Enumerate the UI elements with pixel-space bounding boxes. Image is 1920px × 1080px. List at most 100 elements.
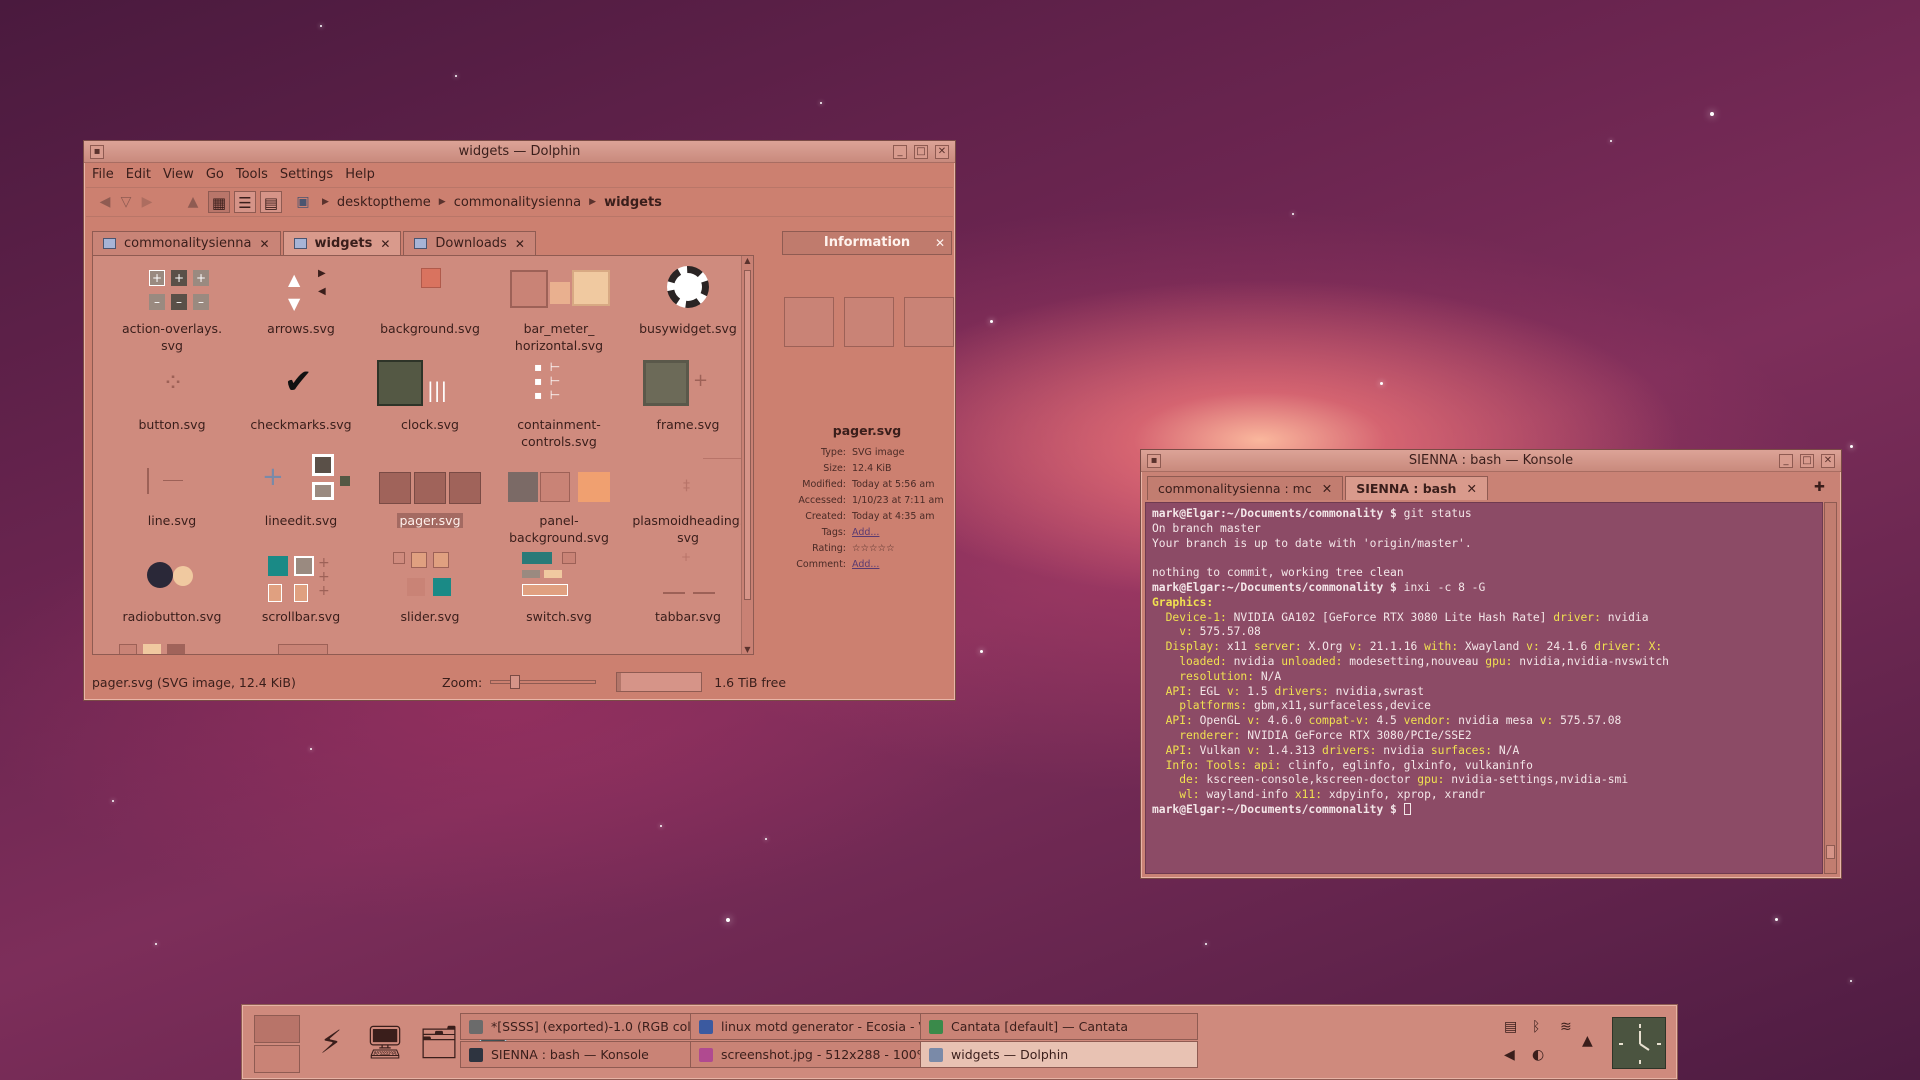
up-arrow-icon[interactable]: ▲	[182, 191, 204, 213]
app-icon	[929, 1047, 943, 1062]
maximize-button[interactable]: □	[914, 145, 928, 159]
history-dropdown-icon[interactable]: ▽	[120, 191, 132, 213]
clipboard-icon[interactable]: ▤	[1504, 1019, 1517, 1035]
maximize-button[interactable]: □	[1800, 454, 1814, 468]
taskbar-task[interactable]: widgets — Dolphin	[920, 1041, 1198, 1068]
dolphin-titlebar[interactable]: ▪ widgets — Dolphin _ □ ✕	[84, 141, 955, 163]
minimize-button[interactable]: _	[893, 145, 907, 159]
tab-close-icon[interactable]: ✕	[380, 237, 390, 251]
wifi-icon[interactable]: ≋	[1560, 1019, 1572, 1035]
terminal-text: wayland-info	[1206, 788, 1295, 802]
scrollbar-thumb[interactable]	[1826, 845, 1835, 859]
tab-close-icon[interactable]: ✕	[1466, 481, 1476, 496]
file-item[interactable]: + frame.svg	[623, 358, 753, 433]
close-button[interactable]: ✕	[935, 145, 949, 159]
file-item[interactable]: ||| clock.svg	[365, 358, 495, 433]
file-item[interactable]: ‡ plasmoidheading. svg	[623, 454, 753, 546]
meta-value: Today at 5:56 am	[852, 479, 935, 490]
file-item[interactable]: background.svg	[365, 262, 495, 337]
konsole-window[interactable]: ▪ SIENNA : bash — Konsole _ □ ✕ commonal…	[1140, 449, 1842, 879]
tab-downloads[interactable]: Downloads ✕	[403, 231, 536, 255]
compact-view-button[interactable]: ☰	[234, 191, 256, 213]
file-item[interactable]: ⁘ button.svg	[107, 358, 237, 433]
menu-tools[interactable]: Tools	[230, 164, 274, 186]
terminal-scrollbar[interactable]	[1824, 502, 1837, 874]
terminal-output[interactable]: mark@Elgar:~/Documents/commonality $ git…	[1145, 502, 1823, 874]
computer-launcher-icon[interactable]: 🖥	[362, 1015, 408, 1069]
terminal-prompt: mark@Elgar:~/Documents/commonality $	[1152, 507, 1404, 520]
menu-edit[interactable]: Edit	[120, 164, 157, 186]
file-item[interactable]: ▪ ⊢ ▪ ⊢ ▪ ⊢ containment- controls.svg	[494, 358, 624, 450]
scroll-up-icon[interactable]: ▲	[742, 256, 753, 265]
meta-row: Modified: Today at 5:56 am	[782, 477, 952, 493]
information-panel-header: Information ✕	[782, 231, 952, 255]
konsole-titlebar[interactable]: ▪ SIENNA : bash — Konsole _ □ ✕	[1141, 450, 1841, 472]
desktop-1[interactable]	[254, 1015, 300, 1043]
file-item[interactable]: + tabbar.svg	[623, 550, 753, 625]
file-item[interactable]: line.svg	[107, 454, 237, 529]
menu-view[interactable]: View	[157, 164, 200, 186]
menu-file[interactable]: File	[86, 164, 120, 186]
tab-sienna-bash[interactable]: SIENNA : bash ✕	[1345, 476, 1488, 500]
file-item[interactable]: + lineedit.svg	[236, 454, 366, 529]
scroll-down-icon[interactable]: ▼	[742, 645, 753, 654]
window-menu-icon[interactable]: ▪	[1147, 454, 1161, 468]
file-item[interactable]: ▲ ▼ ▶ ◀ arrows.svg	[236, 262, 366, 337]
tab-close-icon[interactable]: ✕	[515, 237, 525, 251]
vertical-scrollbar[interactable]: ▲ ▼	[741, 256, 753, 654]
close-button[interactable]: ✕	[1821, 454, 1835, 468]
zoom-slider[interactable]	[490, 675, 597, 689]
file-item[interactable]: ✔ checkmarks.svg	[236, 358, 366, 433]
breadcrumb-widgets[interactable]: widgets	[600, 195, 666, 210]
toolbar: ◀ ▽ ▶ ▲ ▦ ☰ ▤ ▣ ▶ desktoptheme ▶ commona…	[86, 187, 953, 217]
new-tab-icon[interactable]: ✚	[1814, 480, 1825, 495]
menu-help[interactable]: Help	[339, 164, 381, 186]
file-item[interactable]: + + + scrollbar.svg	[236, 550, 366, 625]
file-item[interactable]: + + + – – – action-overlays. svg	[107, 262, 237, 354]
tab-commonalitysienna[interactable]: commonalitysienna ✕	[92, 231, 281, 255]
taskbar-task[interactable]: Cantata [default] — Cantata	[920, 1013, 1198, 1040]
meta-add-link[interactable]: Add...	[852, 557, 952, 573]
minimize-button[interactable]: _	[1779, 454, 1793, 468]
details-view-button[interactable]: ▤	[260, 191, 282, 213]
meta-add-link[interactable]: Add...	[852, 525, 952, 541]
tab-close-icon[interactable]: ✕	[259, 237, 269, 251]
breadcrumb-desktoptheme[interactable]: desktoptheme	[333, 195, 435, 210]
file-item[interactable]: radiobutton.svg	[107, 550, 237, 625]
file-item[interactable]: bar_meter_ horizontal.svg	[494, 262, 624, 354]
file-item[interactable]: switch.svg	[494, 550, 624, 625]
menu-settings[interactable]: Settings	[274, 164, 339, 186]
tab-close-icon[interactable]: ✕	[1322, 481, 1332, 496]
analog-clock[interactable]	[1612, 1017, 1666, 1069]
window-menu-icon[interactable]: ▪	[90, 145, 104, 159]
expand-tray-icon[interactable]: ▲	[1582, 1033, 1593, 1049]
bluetooth-icon[interactable]: ᛒ	[1532, 1019, 1540, 1035]
forward-arrow-icon[interactable]: ▶	[136, 191, 158, 213]
file-manager-launcher-icon[interactable]: 🗂	[416, 1015, 462, 1069]
dolphin-window[interactable]: ▪ widgets — Dolphin _ □ ✕ File Edit View…	[83, 140, 956, 701]
icons-view-button[interactable]: ▦	[208, 191, 230, 213]
file-item[interactable]: slider.svg	[365, 550, 495, 625]
places-drive-icon[interactable]: ▣	[292, 191, 314, 213]
desktop-2[interactable]	[254, 1045, 300, 1073]
terminal-launcher-icon[interactable]: ⚡	[308, 1015, 354, 1069]
file-name: action-overlays. svg	[121, 321, 223, 353]
tab-widgets[interactable]: widgets ✕	[282, 231, 402, 255]
task-label: Cantata [default] — Cantata	[951, 1019, 1129, 1034]
terminal-line: nothing to commit, working tree clean	[1152, 566, 1816, 581]
close-panel-icon[interactable]: ✕	[935, 232, 945, 254]
file-view[interactable]: + + + – – – action-overlays. svg ▲ ▼ ▶ ◀ arrows.svg…	[92, 255, 754, 655]
breadcrumb-commonalitysienna[interactable]: commonalitysienna	[450, 195, 585, 210]
tab-commonalitysienna-mc[interactable]: commonalitysienna : mc ✕	[1147, 476, 1344, 500]
back-arrow-icon[interactable]: ◀	[94, 191, 116, 213]
file-item[interactable]: busywidget.svg	[623, 262, 753, 337]
virtual-desktop-pager[interactable]	[254, 1015, 300, 1073]
scrollbar-thumb[interactable]	[744, 270, 751, 600]
file-item[interactable]: panel- background.svg	[494, 454, 624, 546]
menu-go[interactable]: Go	[200, 164, 230, 186]
power-icon[interactable]: ◐	[1532, 1047, 1544, 1063]
file-item[interactable]: pager.svg	[365, 454, 495, 529]
volume-icon[interactable]: ◀	[1504, 1047, 1515, 1063]
zoom-slider-handle[interactable]	[510, 675, 521, 689]
